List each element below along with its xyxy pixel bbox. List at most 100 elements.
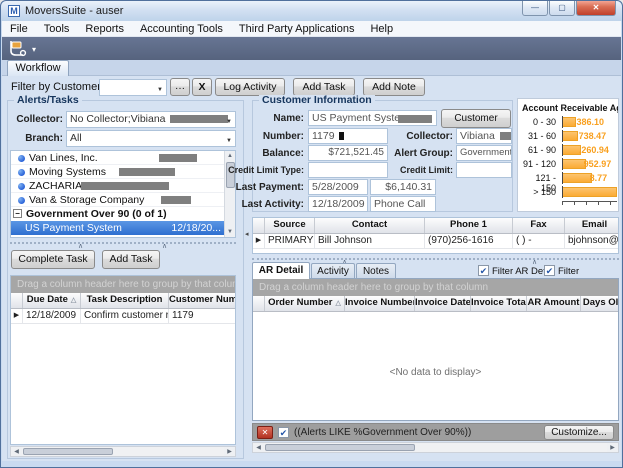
ar-grid-hscrollbar[interactable]: ◀ ▶ <box>252 442 619 453</box>
menu-third-party-applications[interactable]: Third Party Applications <box>231 21 363 36</box>
chart-bar <box>563 173 592 183</box>
horizontal-splitter[interactable]: ∧ ∧ <box>10 242 236 246</box>
alert-group-field[interactable]: Government <box>456 145 512 161</box>
add-task-button-2[interactable]: Add Task <box>102 250 160 269</box>
cell-fax: ( ) - <box>513 234 565 248</box>
collector-combobox[interactable]: No Collector;Vibiana ▼ <box>66 111 236 128</box>
filter-enabled-checkbox[interactable]: ✔ <box>278 427 289 438</box>
menu-accounting-tools[interactable]: Accounting Tools <box>132 21 231 36</box>
alert-group-header[interactable]: − Government Over 90 (0 of 1) <box>11 207 235 221</box>
contact-row[interactable]: ▶ PRIMARY Bill Johnson (970)256-1616 ( )… <box>253 234 618 249</box>
customer-settings-button[interactable]: Customer Settings <box>441 109 511 128</box>
collapse-expander-icon[interactable]: − <box>13 209 22 218</box>
column-header-task-description[interactable]: Task Description <box>81 293 169 308</box>
column-header-days-old[interactable]: Days Old <box>581 296 619 311</box>
scroll-left-icon[interactable]: ◀ <box>253 443 264 452</box>
column-header-email[interactable]: Email <box>565 218 619 233</box>
cell-customer-number: 1179 <box>169 309 236 323</box>
column-header-invoice-total[interactable]: Invoice Total <box>471 296 527 311</box>
alert-item[interactable]: ZACHARIAN <box>11 179 235 193</box>
menu-tools[interactable]: Tools <box>36 21 78 36</box>
tab-workflow[interactable]: Workflow <box>7 60 69 76</box>
row-indicator-column-header[interactable] <box>11 293 23 308</box>
alert-item[interactable]: Moving Systems <box>11 165 235 179</box>
column-header-source[interactable]: Source <box>265 218 315 233</box>
collector-field[interactable]: Vibiana <box>456 128 512 144</box>
redacted-text <box>159 154 197 162</box>
tab-notes[interactable]: Notes <box>356 263 396 279</box>
name-field[interactable]: US Payment System <box>308 110 437 126</box>
chevron-down-icon: ▼ <box>226 116 232 128</box>
scroll-left-icon[interactable]: ◀ <box>11 447 22 456</box>
sort-asc-icon: △ <box>336 300 341 307</box>
browse-button[interactable]: … <box>170 78 190 96</box>
minimize-button[interactable]: — <box>522 1 548 16</box>
last-payment-amount-field[interactable]: $6,140.31 <box>370 179 436 195</box>
column-header-customer-number[interactable]: Customer Number <box>169 293 236 308</box>
column-header-phone1[interactable]: Phone 1 <box>425 218 513 233</box>
alerts-list-vscrollbar[interactable]: ▲ ▼ <box>224 151 235 237</box>
row-indicator-column-header[interactable] <box>253 296 265 311</box>
menu-help[interactable]: Help <box>362 21 401 36</box>
column-header-fax[interactable]: Fax <box>513 218 565 233</box>
credit-limit-label: Credit Limit: <box>385 165 453 175</box>
close-button[interactable]: ✕ <box>576 1 616 16</box>
filter-customer-combobox[interactable]: ▼ <box>99 79 167 96</box>
task-row[interactable]: ▶ 12/18/2009 Confirm customer returne...… <box>11 309 235 324</box>
remove-filter-button[interactable]: ✕ <box>257 426 273 439</box>
redacted-text <box>170 115 228 123</box>
clear-filter-button[interactable]: X <box>192 78 212 96</box>
menu-file[interactable]: File <box>2 21 36 36</box>
number-field[interactable]: 1179 <box>308 128 388 144</box>
balance-field[interactable]: $721,521.45 <box>308 145 388 161</box>
maximize-button[interactable]: ▢ <box>549 1 575 16</box>
cell-task-description: Confirm customer returne... <box>81 309 169 323</box>
alert-dot-icon <box>18 197 25 204</box>
add-note-button[interactable]: Add Note <box>363 78 425 96</box>
toolbar: ▾ <box>2 37 621 60</box>
chart-value-label: 8.77 <box>590 173 608 183</box>
tasks-grid-hscrollbar[interactable]: ◀ ▶ <box>10 446 236 457</box>
last-activity-type-field[interactable]: Phone Call <box>370 196 436 212</box>
title-bar[interactable]: M MoversSuite - auser — ▢ ✕ <box>1 1 622 21</box>
moverssuite-dolly-icon[interactable] <box>8 39 30 58</box>
row-indicator-icon: ▶ <box>11 309 23 323</box>
column-header-invoice-number[interactable]: Invoice Number <box>345 296 415 311</box>
column-header-invoice-date[interactable]: Invoice Date <box>415 296 471 311</box>
chart-x-axis <box>562 201 617 205</box>
chart-value-label: ,260.94 <box>579 145 609 155</box>
toolbar-dropdown-arrow-icon[interactable]: ▾ <box>32 45 36 54</box>
splitter-collapse-icon[interactable]: ◂ <box>245 230 249 238</box>
column-header-contact[interactable]: Contact <box>315 218 425 233</box>
customize-button[interactable]: Customize... <box>544 425 614 440</box>
menu-reports[interactable]: Reports <box>77 21 132 36</box>
scroll-down-icon[interactable]: ▼ <box>225 227 235 237</box>
scroll-right-icon[interactable]: ▶ <box>224 447 235 456</box>
row-indicator-icon: ▶ <box>253 234 265 248</box>
scroll-right-icon[interactable]: ▶ <box>607 443 618 452</box>
group-by-band[interactable]: Drag a column header here to group by th… <box>253 279 618 296</box>
complete-task-button[interactable]: Complete Task <box>11 250 95 269</box>
alert-item[interactable]: Van Lines, Inc. <box>11 151 235 165</box>
scroll-thumb[interactable] <box>265 444 415 451</box>
scroll-thumb[interactable] <box>23 448 113 455</box>
credit-limit-type-field[interactable] <box>308 162 388 178</box>
last-payment-date-field[interactable]: 5/28/2009 <box>308 179 368 195</box>
tab-strip: Workflow <box>2 60 621 76</box>
tab-activity[interactable]: Activity <box>311 263 355 279</box>
alert-item-selected[interactable]: US Payment System 12/18/20... <box>11 221 235 235</box>
filter-ar-detail-checkbox[interactable]: ✔ <box>478 265 489 276</box>
column-header-due-date[interactable]: Due Date△ <box>23 293 81 308</box>
task-date: 12/18/20... <box>171 221 221 235</box>
last-activity-date-field[interactable]: 12/18/2009 <box>308 196 368 212</box>
row-indicator-column-header[interactable] <box>253 218 265 233</box>
column-header-ar-amount[interactable]: AR Amount <box>527 296 581 311</box>
credit-limit-field[interactable] <box>456 162 512 178</box>
branch-combobox[interactable]: All ▼ <box>66 130 236 147</box>
chart-title: Account Receivable Aging <box>518 99 618 115</box>
alert-item[interactable]: Van & Storage Company <box>11 193 235 207</box>
tab-ar-detail[interactable]: AR Detail <box>252 262 310 279</box>
column-header-order-number[interactable]: Order Number△ <box>265 296 345 311</box>
group-by-band[interactable]: Drag a column header here to group by th… <box>11 276 235 293</box>
filter-activity-note-checkbox[interactable]: ✔ <box>544 265 555 276</box>
